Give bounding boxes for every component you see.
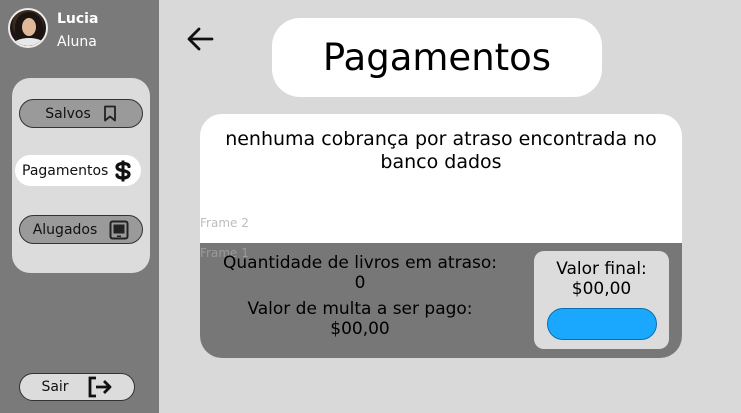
summary-frame: Frame 1 Quantidade de livros em atraso: … bbox=[200, 243, 682, 358]
exit-button[interactable]: Sair bbox=[19, 373, 135, 401]
payments-label: Pagamentos bbox=[22, 162, 109, 179]
final-value: $00,00 bbox=[571, 279, 632, 299]
payments-card: nenhuma cobrança por atraso encontrada n… bbox=[200, 114, 682, 358]
overdue-value: 0 bbox=[354, 273, 366, 293]
bookmark-icon bbox=[103, 105, 117, 122]
overdue-label: Quantidade de livros em atraso: bbox=[223, 253, 497, 273]
dollar-icon bbox=[112, 160, 134, 182]
user-role: Aluna bbox=[57, 34, 97, 50]
exit-label: Sair bbox=[41, 379, 69, 395]
back-button[interactable] bbox=[184, 22, 218, 56]
saved-label: Salvos bbox=[45, 105, 91, 122]
saved-button[interactable]: Salvos bbox=[19, 99, 143, 128]
pay-button[interactable] bbox=[547, 308, 657, 340]
tablet-icon bbox=[109, 220, 129, 240]
final-value-text: Valor final: $00,00 bbox=[534, 259, 669, 299]
rented-label: Alugados bbox=[32, 221, 98, 238]
fine-label: Valor de multa a ser pago: bbox=[247, 299, 473, 319]
avatar[interactable] bbox=[8, 8, 48, 48]
user-name: Lucia bbox=[57, 11, 99, 27]
fine-value: $00,00 bbox=[330, 319, 390, 339]
no-charges-message: nenhuma cobrança por atraso encontrada n… bbox=[225, 128, 657, 173]
payments-button[interactable]: Pagamentos bbox=[15, 155, 141, 186]
exit-icon bbox=[87, 375, 113, 399]
summary-stats: Quantidade de livros em atraso: 0 Valor … bbox=[200, 253, 520, 339]
frame2-label: Frame 2 bbox=[200, 216, 249, 230]
arrow-left-icon bbox=[184, 22, 218, 56]
page-title: Pagamentos bbox=[272, 18, 602, 97]
final-label: Valor final: bbox=[556, 259, 647, 279]
rented-button[interactable]: Alugados bbox=[19, 215, 143, 244]
final-value-box: Valor final: $00,00 bbox=[534, 251, 669, 349]
